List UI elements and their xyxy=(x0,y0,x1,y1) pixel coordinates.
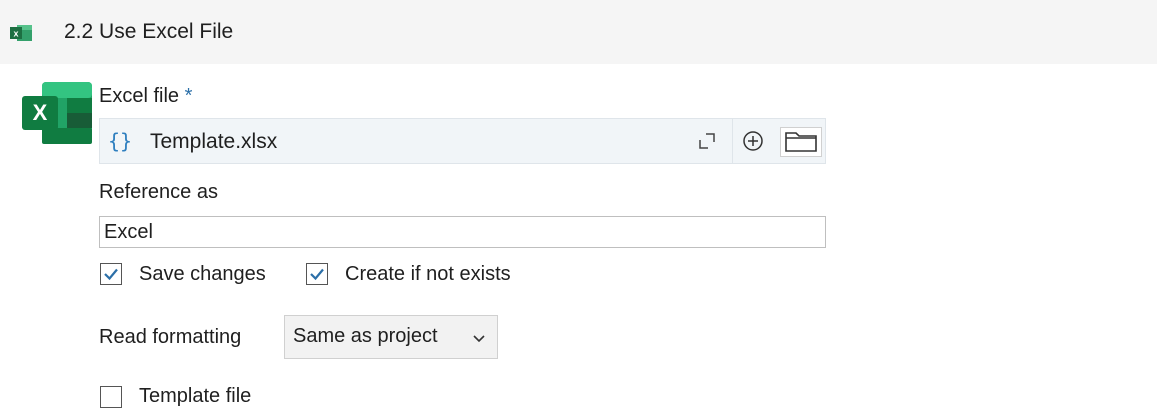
excel-file-label-text: Excel file xyxy=(99,85,180,107)
folder-icon[interactable] xyxy=(780,127,822,157)
excel-file-field[interactable]: {} Template.xlsx xyxy=(99,118,826,164)
chevron-down-icon[interactable] xyxy=(472,333,486,343)
read-formatting-label: Read formatting xyxy=(99,326,242,348)
action-title: 2.2 Use Excel File xyxy=(64,20,234,43)
checkmark-icon xyxy=(104,268,118,281)
reference-as-label: Reference as xyxy=(99,181,218,203)
excel-logo-icon: X xyxy=(22,82,92,144)
action-header: x 2.2 Use Excel File xyxy=(0,0,1157,64)
read-formatting-value[interactable]: Same as project xyxy=(293,325,438,348)
expand-icon[interactable] xyxy=(698,132,716,150)
read-formatting-dropdown[interactable]: Same as project xyxy=(284,315,498,359)
add-circle-icon[interactable] xyxy=(742,130,764,152)
save-changes-checkbox[interactable] xyxy=(100,263,122,285)
field-divider xyxy=(732,119,733,163)
svg-text:X: X xyxy=(33,100,48,125)
excel-icon: x xyxy=(10,25,32,41)
excel-file-value[interactable]: Template.xlsx xyxy=(150,130,277,154)
template-file-checkbox[interactable] xyxy=(100,386,122,408)
required-marker: * xyxy=(184,85,193,107)
excel-file-label: Excel file * xyxy=(99,84,192,108)
create-if-not-exists-checkbox[interactable] xyxy=(306,263,328,285)
expression-icon[interactable]: {} xyxy=(108,129,132,153)
create-if-not-exists-label[interactable]: Create if not exists xyxy=(345,262,511,286)
checkmark-icon xyxy=(310,268,324,281)
svg-text:x: x xyxy=(13,29,18,39)
reference-as-input[interactable] xyxy=(99,216,826,248)
save-changes-label[interactable]: Save changes xyxy=(139,262,266,286)
template-file-label[interactable]: Template file xyxy=(139,384,251,408)
